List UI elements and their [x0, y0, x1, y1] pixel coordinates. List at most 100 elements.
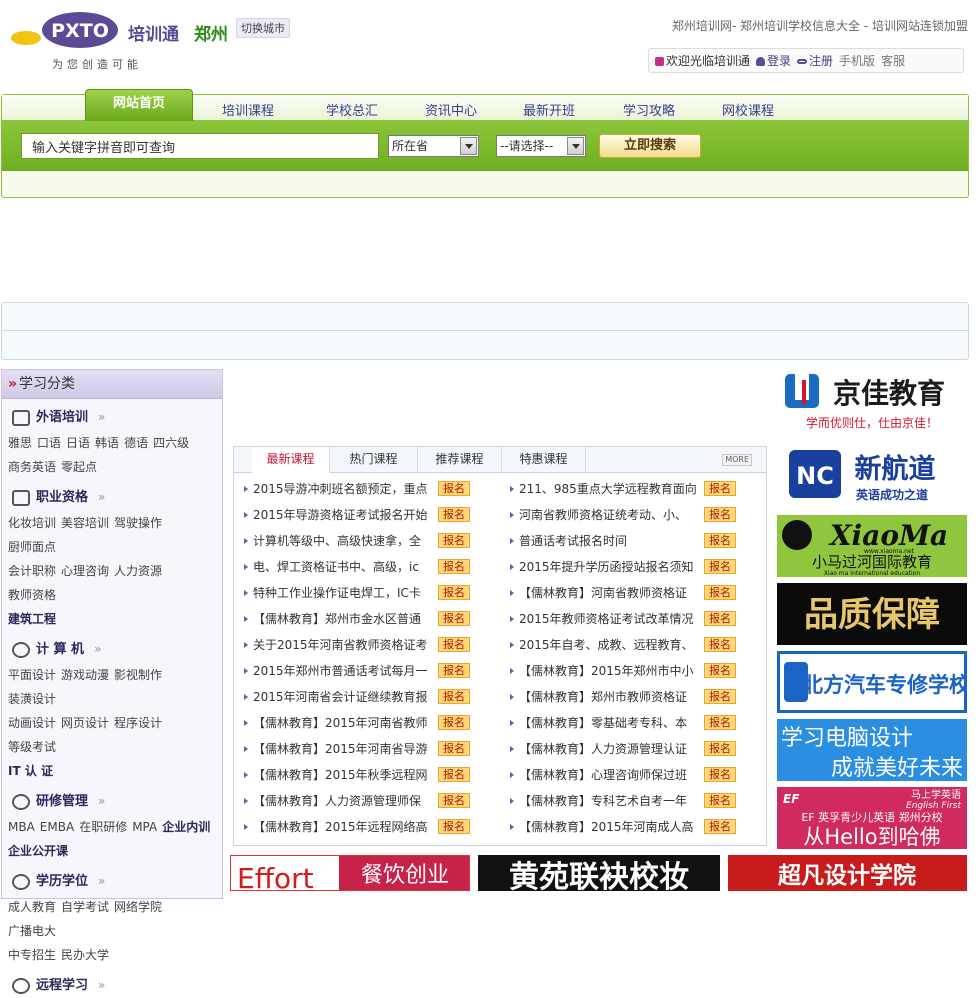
apply-button[interactable]: 报名: [438, 559, 470, 574]
category-link[interactable]: MBA: [8, 820, 35, 834]
course-title-link[interactable]: 【儒林教育】郑州市金水区普通: [253, 606, 431, 632]
category-link[interactable]: 装潢设计: [8, 692, 56, 706]
apply-button[interactable]: 报名: [704, 689, 736, 704]
category-link[interactable]: 化妆培训: [8, 516, 56, 530]
nav-home[interactable]: 网站首页: [85, 89, 193, 121]
category-languages[interactable]: 外语培训»: [2, 405, 222, 429]
ad-computer-design[interactable]: 学习电脑设计 成就美好未来: [777, 719, 967, 781]
category-link[interactable]: 教师资格: [8, 588, 56, 602]
ad-quality[interactable]: 品质保障: [777, 583, 967, 645]
apply-button[interactable]: 报名: [704, 559, 736, 574]
course-title-link[interactable]: 河南省教师资格证统考动、小、: [519, 502, 697, 528]
category-link[interactable]: 中专招生: [8, 948, 56, 962]
apply-button[interactable]: 报名: [438, 741, 470, 756]
course-title-link[interactable]: 2015年郑州市普通话考试每月一: [253, 658, 431, 684]
tab-discount-courses[interactable]: 特惠课程: [502, 447, 586, 473]
category-distance[interactable]: 远程学习»: [2, 973, 222, 997]
course-title-link[interactable]: 【儒林教育】郑州市教师资格证: [519, 684, 697, 710]
apply-button[interactable]: 报名: [438, 793, 470, 808]
apply-button[interactable]: 报名: [438, 533, 470, 548]
apply-button[interactable]: 报名: [438, 507, 470, 522]
category-link[interactable]: 成人教育: [8, 900, 56, 914]
switch-city-button[interactable]: 切换城市: [236, 18, 290, 38]
course-title-link[interactable]: 【儒林教育】人力资源管理认证: [519, 736, 697, 762]
ad-jingjia[interactable]: 京佳教育 学而优则仕，仕由京佳！: [777, 370, 967, 432]
course-title-link[interactable]: 2015年自考、成教、远程教育、: [519, 632, 697, 658]
apply-button[interactable]: 报名: [704, 767, 736, 782]
category-link[interactable]: 网页设计: [61, 716, 109, 730]
category-vocational[interactable]: 职业资格»: [2, 485, 222, 509]
category-link[interactable]: 驾驶操作: [114, 516, 162, 530]
category-link[interactable]: 广播电大: [8, 924, 56, 938]
ad-effort[interactable]: Effort 餐饮创业: [230, 855, 470, 891]
course-title-link[interactable]: 关于2015年河南省教师资格证考: [253, 632, 431, 658]
search-input[interactable]: [21, 133, 379, 159]
apply-button[interactable]: 报名: [704, 819, 736, 834]
course-title-link[interactable]: 2015导游冲刺班名额预定，重点: [253, 476, 431, 502]
category-link[interactable]: 人力资源: [114, 564, 162, 578]
login-link[interactable]: 登录: [756, 52, 791, 69]
apply-button[interactable]: 报名: [438, 715, 470, 730]
course-title-link[interactable]: 【儒林教育】2015年河南省教师: [253, 710, 431, 736]
course-title-link[interactable]: 【儒林教育】人力资源管理师保: [253, 788, 431, 814]
category-link[interactable]: 建筑工程: [8, 612, 56, 626]
nav-schools[interactable]: 学校总汇: [326, 100, 378, 119]
more-button[interactable]: MORE: [722, 454, 752, 466]
category-link[interactable]: 平面设计: [8, 668, 56, 682]
category-management[interactable]: 研修管理»: [2, 789, 222, 813]
category-link[interactable]: 等级考试: [8, 740, 56, 754]
category-link[interactable]: 游戏动漫: [61, 668, 109, 682]
apply-button[interactable]: 报名: [704, 637, 736, 652]
ad-beifang[interactable]: 北方汽车专修学校: [777, 651, 967, 713]
apply-button[interactable]: 报名: [704, 611, 736, 626]
course-title-link[interactable]: 【儒林教育】2015年秋季远程网: [253, 762, 431, 788]
category-link[interactable]: 程序设计: [114, 716, 162, 730]
apply-button[interactable]: 报名: [704, 793, 736, 808]
apply-button[interactable]: 报名: [704, 663, 736, 678]
category-link[interactable]: 韩语: [95, 436, 119, 450]
nav-study-guide[interactable]: 学习攻略: [623, 100, 675, 119]
category-link[interactable]: 在职研修: [79, 820, 127, 834]
category-select[interactable]: --请选择--: [496, 135, 586, 157]
apply-button[interactable]: 报名: [704, 715, 736, 730]
site-logo[interactable]: PXTO: [10, 10, 120, 50]
course-title-link[interactable]: 2015年导游资格证考试报名开始: [253, 502, 431, 528]
tab-latest-courses[interactable]: 最新课程: [252, 447, 330, 474]
course-title-link[interactable]: 【儒林教育】2015年远程网络高: [253, 814, 431, 840]
apply-button[interactable]: 报名: [704, 585, 736, 600]
apply-button[interactable]: 报名: [438, 689, 470, 704]
category-link[interactable]: 影视制作: [114, 668, 162, 682]
category-link[interactable]: 日语: [66, 436, 90, 450]
course-title-link[interactable]: 计算机等级中、高级快速拿，全: [253, 528, 431, 554]
mobile-link[interactable]: 手机版: [839, 52, 875, 69]
category-link[interactable]: 网络学院: [114, 900, 162, 914]
course-title-link[interactable]: 【儒林教育】2015年郑州市中小: [519, 658, 697, 684]
apply-button[interactable]: 报名: [704, 507, 736, 522]
category-link[interactable]: 企业内训: [162, 820, 210, 834]
apply-button[interactable]: 报名: [438, 767, 470, 782]
category-link[interactable]: 美容培训: [61, 516, 109, 530]
apply-button[interactable]: 报名: [438, 481, 470, 496]
tab-recommended-courses[interactable]: 推荐课程: [418, 447, 502, 473]
nav-online-courses[interactable]: 网校课程: [722, 100, 774, 119]
course-title-link[interactable]: 2015年河南省会计证继续教育报: [253, 684, 431, 710]
category-link[interactable]: 民办大学: [61, 948, 109, 962]
category-link[interactable]: 会计职称: [8, 564, 56, 578]
category-degree[interactable]: 学历学位»: [2, 869, 222, 893]
ad-newchannel[interactable]: NC 新航道 英语成功之道: [777, 444, 967, 506]
apply-button[interactable]: 报名: [438, 585, 470, 600]
category-link[interactable]: 企业公开课: [8, 844, 68, 858]
category-link[interactable]: 动画设计: [8, 716, 56, 730]
category-link[interactable]: 雅思: [8, 436, 32, 450]
course-title-link[interactable]: 【儒林教育】2015年河南成人高: [519, 814, 697, 840]
service-link[interactable]: 客服: [881, 52, 905, 69]
category-link[interactable]: 德语: [124, 436, 148, 450]
nav-new-classes[interactable]: 最新开班: [523, 100, 575, 119]
course-title-link[interactable]: 特种工作业操作证电焊工，IC卡: [253, 580, 431, 606]
category-link[interactable]: 厨师面点: [8, 540, 56, 554]
search-button[interactable]: 立即搜索: [599, 134, 701, 158]
course-title-link[interactable]: 【儒林教育】河南省教师资格证: [519, 580, 697, 606]
category-link[interactable]: 四六级: [153, 436, 189, 450]
course-title-link[interactable]: 2015年教师资格证考试改革情况: [519, 606, 697, 632]
ad-chaofan[interactable]: 超凡设计学院: [728, 855, 967, 891]
